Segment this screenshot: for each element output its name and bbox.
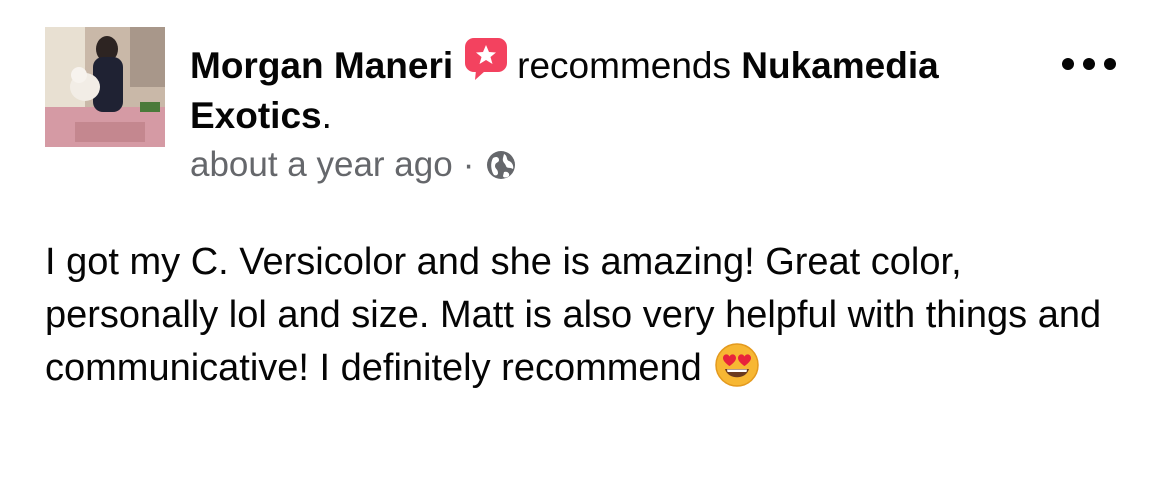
timestamp-link[interactable]: about a year ago [190,143,453,187]
post-text-content: I got my C. Versicolor and she is amazin… [45,241,1102,389]
more-horizontal-icon [1062,58,1074,70]
post-header: Morgan Maneri recommends Nukamedia Exoti… [190,36,1020,141]
globe-icon[interactable] [484,148,518,182]
meta-separator: · [462,145,475,184]
recommends-label: recommends [517,45,731,86]
author-name-link[interactable]: Morgan Maneri [190,45,453,86]
more-options-button[interactable] [1062,50,1116,78]
review-post: Morgan Maneri recommends Nukamedia Exoti… [0,0,1170,490]
post-meta: about a year ago · [190,143,518,187]
heart-eyes-emoji-icon [715,343,759,387]
post-text: I got my C. Versicolor and she is amazin… [45,236,1135,395]
avatar-photo [45,27,165,147]
recommendation-star-icon [465,38,508,80]
page-name-suffix: . [321,95,332,136]
avatar[interactable] [45,27,165,147]
